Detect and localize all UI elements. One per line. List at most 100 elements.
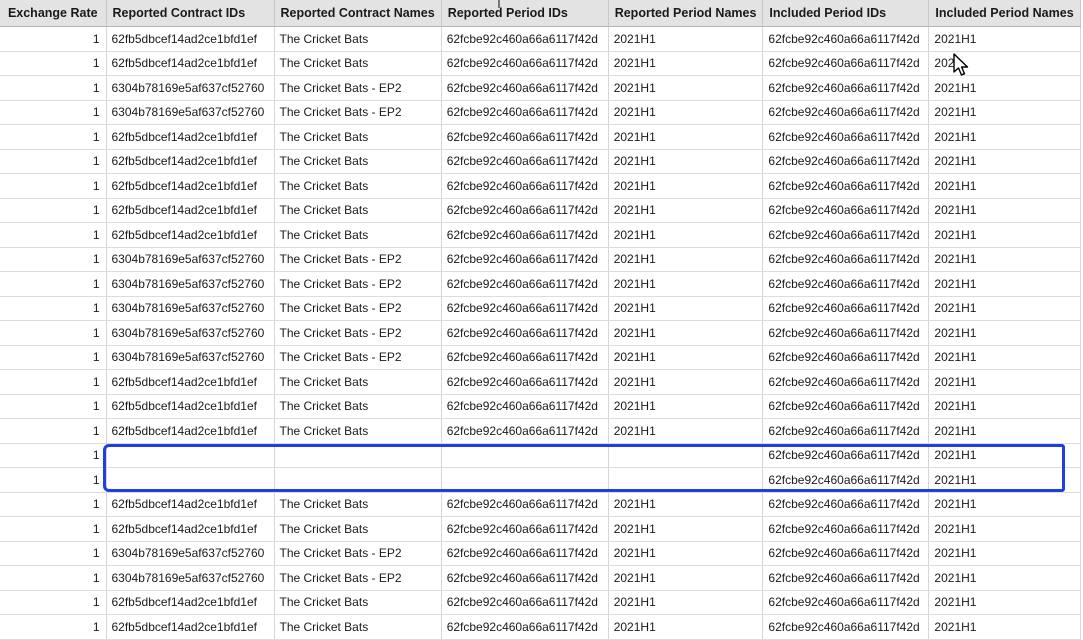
table-row[interactable]: 1 6304b78169e5af637cf52760 The Cricket Bat…: [0, 296, 1081, 321]
cell-reported-period-name[interactable]: 2021H1: [608, 198, 764, 223]
cell-included-period-id[interactable]: 62fcbe92c460a66a6117f42d: [762, 26, 930, 52]
cell-exchange-rate[interactable]: 1: [0, 320, 107, 346]
cell-reported-contract-id[interactable]: 62fb5dbcef14ad2ce1bfd1ef: [106, 149, 275, 174]
cell-reported-contract-id[interactable]: 62fb5dbcef14ad2ce1bfd1ef: [106, 26, 275, 52]
cell-reported-period-id[interactable]: 62fcbe92c460a66a6117f42d: [441, 149, 609, 174]
cell-reported-contract-name[interactable]: The Cricket Bats - EP2: [274, 75, 442, 101]
table-row[interactable]: 1 62fb5dbcef14ad2ce1bfd1ef The Cricket Bat…: [0, 198, 1081, 223]
cell-included-period-id[interactable]: 62fcbe92c460a66a6117f42d: [762, 418, 930, 444]
cell-reported-period-id[interactable]: 62fcbe92c460a66a6117f42d: [441, 26, 609, 52]
cell-reported-period-id[interactable]: 62fcbe92c460a66a6117f42d: [441, 565, 609, 591]
cell-reported-contract-id[interactable]: 6304b78169e5af637cf52760: [106, 320, 275, 346]
cell-reported-contract-name[interactable]: The Cricket Bats: [274, 222, 442, 248]
cell-reported-contract-name[interactable]: The Cricket Bats: [274, 124, 442, 150]
cell-included-period-name[interactable]: 2021H1: [928, 100, 1081, 125]
column-header-reported-period-names[interactable]: Reported Period Names: [608, 0, 764, 27]
cell-reported-contract-name[interactable]: The Cricket Bats - EP2: [274, 100, 442, 125]
table-row[interactable]: 1 62fb5dbcef14ad2ce1bfd1ef The Cricket Bat…: [0, 369, 1081, 395]
column-header-exchange-rate[interactable]: Exchange Rate: [0, 0, 107, 27]
cell-included-period-name[interactable]: 2021H1: [928, 124, 1081, 150]
cell-reported-contract-id[interactable]: 6304b78169e5af637cf52760: [106, 75, 275, 101]
cell-included-period-id[interactable]: 62fcbe92c460a66a6117f42d: [762, 492, 930, 517]
cell-reported-contract-id[interactable]: 62fb5dbcef14ad2ce1bfd1ef: [106, 394, 275, 419]
cell-included-period-name[interactable]: 2021H1: [928, 26, 1081, 52]
cell-reported-period-id[interactable]: [441, 443, 609, 468]
cell-reported-period-id[interactable]: 62fcbe92c460a66a6117f42d: [441, 492, 609, 517]
cell-reported-contract-name[interactable]: The Cricket Bats - EP2: [274, 320, 442, 346]
cell-included-period-id[interactable]: 62fcbe92c460a66a6117f42d: [762, 149, 930, 174]
cell-reported-contract-id[interactable]: 62fb5dbcef14ad2ce1bfd1ef: [106, 492, 275, 517]
cell-included-period-id[interactable]: 62fcbe92c460a66a6117f42d: [762, 247, 930, 272]
cell-included-period-name[interactable]: 2021H1: [928, 271, 1081, 297]
cell-reported-contract-name[interactable]: The Cricket Bats: [274, 492, 442, 517]
cell-reported-period-id[interactable]: 62fcbe92c460a66a6117f42d: [441, 124, 609, 150]
cell-reported-contract-name[interactable]: The Cricket Bats: [274, 51, 442, 76]
cell-reported-contract-name[interactable]: The Cricket Bats: [274, 614, 442, 640]
cell-exchange-rate[interactable]: 1: [0, 271, 107, 297]
cell-reported-contract-id[interactable]: 62fb5dbcef14ad2ce1bfd1ef: [106, 222, 275, 248]
cell-included-period-id[interactable]: 62fcbe92c460a66a6117f42d: [762, 394, 930, 419]
cell-reported-contract-id[interactable]: [106, 467, 275, 493]
cell-reported-period-name[interactable]: 2021H1: [608, 100, 764, 125]
cell-reported-period-name[interactable]: [608, 467, 764, 493]
cell-reported-contract-name[interactable]: The Cricket Bats: [274, 149, 442, 174]
cell-exchange-rate[interactable]: 1: [0, 100, 107, 125]
cell-reported-contract-id[interactable]: 62fb5dbcef14ad2ce1bfd1ef: [106, 369, 275, 395]
cell-reported-contract-name[interactable]: The Cricket Bats: [274, 198, 442, 223]
cell-exchange-rate[interactable]: 1: [0, 614, 107, 640]
cell-included-period-name[interactable]: 2021H1: [928, 565, 1081, 591]
cell-reported-period-id[interactable]: 62fcbe92c460a66a6117f42d: [441, 590, 609, 615]
cell-exchange-rate[interactable]: 1: [0, 394, 107, 419]
cell-reported-period-id[interactable]: 62fcbe92c460a66a6117f42d: [441, 541, 609, 566]
cell-reported-contract-name[interactable]: The Cricket Bats: [274, 418, 442, 444]
cell-reported-period-id[interactable]: 62fcbe92c460a66a6117f42d: [441, 198, 609, 223]
cell-reported-period-id[interactable]: 62fcbe92c460a66a6117f42d: [441, 247, 609, 272]
column-header-reported-contract-ids[interactable]: Reported Contract IDs: [106, 0, 275, 27]
cell-included-period-name[interactable]: 2021H1: [928, 418, 1081, 444]
cell-reported-contract-id[interactable]: 6304b78169e5af637cf52760: [106, 100, 275, 125]
cell-reported-contract-name[interactable]: [274, 443, 442, 468]
cell-reported-period-name[interactable]: 2021H1: [608, 541, 764, 566]
cell-reported-contract-id[interactable]: 6304b78169e5af637cf52760: [106, 345, 275, 370]
cell-included-period-name[interactable]: 2021H1: [928, 149, 1081, 174]
cell-exchange-rate[interactable]: 1: [0, 492, 107, 517]
cell-reported-period-name[interactable]: 2021H1: [608, 173, 764, 199]
cell-reported-period-name[interactable]: 2021H1: [608, 516, 764, 542]
table-row[interactable]: 1 62fb5dbcef14ad2ce1bfd1ef The Cricket Bat…: [0, 418, 1081, 444]
cell-included-period-id[interactable]: 62fcbe92c460a66a6117f42d: [762, 443, 930, 468]
cell-reported-period-id[interactable]: 62fcbe92c460a66a6117f42d: [441, 418, 609, 444]
column-header-included-period-names[interactable]: Included Period Names: [928, 0, 1081, 27]
cell-reported-period-id[interactable]: 62fcbe92c460a66a6117f42d: [441, 100, 609, 125]
cell-included-period-id[interactable]: 62fcbe92c460a66a6117f42d: [762, 173, 930, 199]
cell-included-period-name[interactable]: 2021H1: [928, 467, 1081, 493]
table-row[interactable]: 1 6304b78169e5af637cf52760 The Cricket Bat…: [0, 75, 1081, 101]
cell-included-period-id[interactable]: 62fcbe92c460a66a6117f42d: [762, 75, 930, 101]
cell-reported-contract-name[interactable]: The Cricket Bats: [274, 394, 442, 419]
cell-reported-contract-name[interactable]: The Cricket Bats: [274, 369, 442, 395]
table-row[interactable]: 1 62fb5dbcef14ad2ce1bfd1ef The Cricket Bat…: [0, 26, 1081, 52]
cell-included-period-name[interactable]: 2021H1: [928, 394, 1081, 419]
cell-included-period-name[interactable]: 2021H1: [928, 173, 1081, 199]
cell-reported-period-id[interactable]: 62fcbe92c460a66a6117f42d: [441, 51, 609, 76]
cell-included-period-id[interactable]: 62fcbe92c460a66a6117f42d: [762, 320, 930, 346]
cell-reported-period-name[interactable]: 2021H1: [608, 418, 764, 444]
cell-reported-contract-name[interactable]: The Cricket Bats - EP2: [274, 345, 442, 370]
cell-reported-period-id[interactable]: 62fcbe92c460a66a6117f42d: [441, 271, 609, 297]
cell-reported-contract-id[interactable]: 6304b78169e5af637cf52760: [106, 271, 275, 297]
cell-reported-contract-name[interactable]: The Cricket Bats - EP2: [274, 247, 442, 272]
cell-reported-period-name[interactable]: 2021H1: [608, 149, 764, 174]
cell-included-period-name[interactable]: 2021H1: [928, 296, 1081, 321]
table-row[interactable]: 1 62fb5dbcef14ad2ce1bfd1ef The Cricket Bat…: [0, 394, 1081, 419]
table-row[interactable]: 1 62fcbe92c460a66a6117f42d 2021H1: [0, 443, 1081, 468]
cell-reported-contract-name[interactable]: The Cricket Bats: [274, 26, 442, 52]
cell-reported-period-name[interactable]: 2021H1: [608, 124, 764, 150]
cell-reported-period-id[interactable]: 62fcbe92c460a66a6117f42d: [441, 296, 609, 321]
cell-included-period-name[interactable]: 2021H1: [928, 516, 1081, 542]
cell-reported-period-name[interactable]: 2021H1: [608, 51, 764, 76]
cell-reported-period-id[interactable]: 62fcbe92c460a66a6117f42d: [441, 394, 609, 419]
column-header-reported-contract-names[interactable]: Reported Contract Names: [274, 0, 442, 27]
cell-reported-contract-name[interactable]: The Cricket Bats: [274, 516, 442, 542]
cell-reported-period-name[interactable]: 2021H1: [608, 369, 764, 395]
cell-included-period-name[interactable]: 2021H1: [928, 345, 1081, 370]
cell-reported-contract-name[interactable]: The Cricket Bats - EP2: [274, 541, 442, 566]
